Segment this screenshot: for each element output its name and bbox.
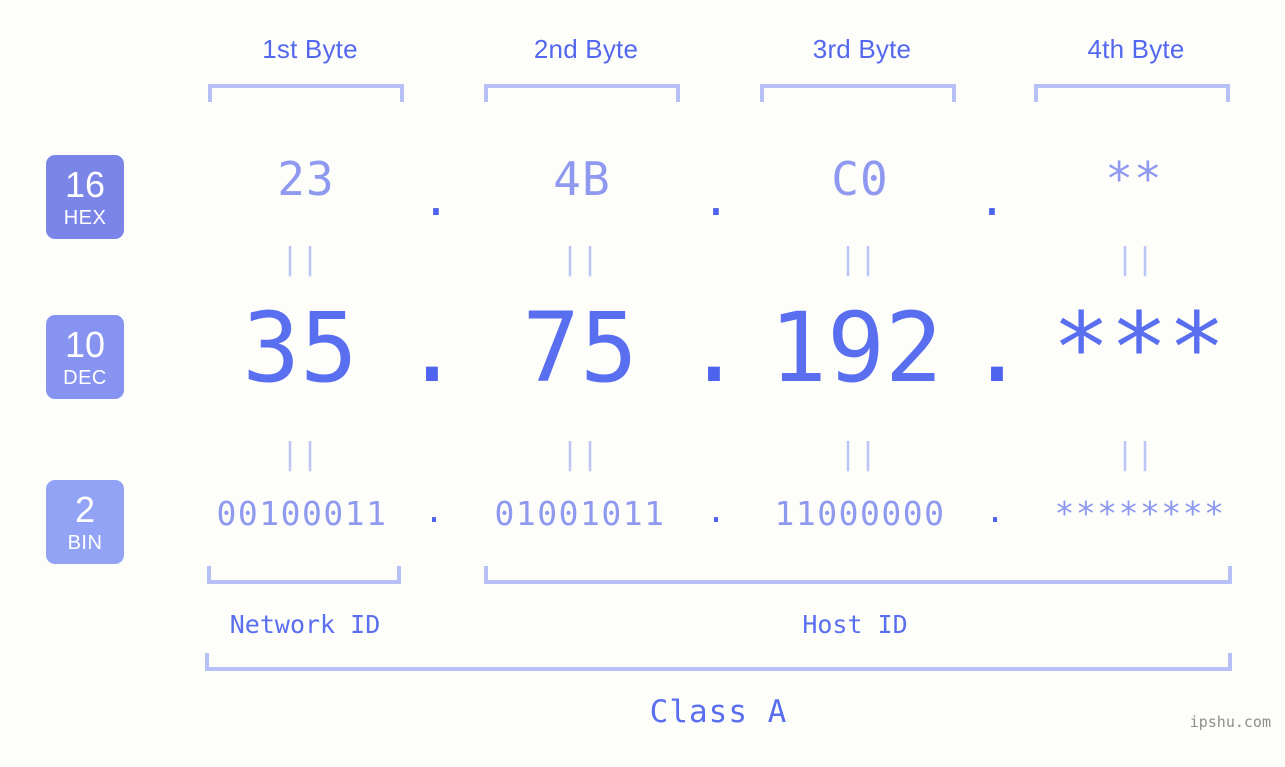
equals-mark-hex-dec-4: || [1116,242,1157,277]
hex-byte-2: 4B [553,152,611,206]
class-label: Class A [649,694,788,730]
dec-separator-3: . [968,292,1026,404]
byte-header-2: 2nd Byte [533,34,639,64]
byte-header-1: 1st Byte [262,34,358,64]
base-badge-bin-name: BIN [67,531,103,554]
bin-separator-3: . [985,491,1005,530]
host-id-label: Host ID [802,610,908,639]
ip-address-breakdown-diagram: 1st Byte 2nd Byte 3rd Byte 4th Byte 16 H… [0,0,1285,767]
dec-byte-4: *** [1052,292,1226,404]
base-badge-hex[interactable]: 16 HEX [46,155,124,239]
bin-byte-1: 00100011 [216,494,388,533]
hex-separator-2: . [702,172,730,226]
equals-mark-dec-bin-4: || [1116,437,1157,472]
base-badge-dec-name: DEC [63,366,107,389]
bin-separator-2: . [706,491,726,530]
network-id-label: Network ID [229,610,381,639]
bin-byte-2: 01001011 [494,494,666,533]
equals-mark-dec-bin-2: || [561,437,602,472]
dec-byte-2: 75 [522,292,638,404]
base-badge-dec[interactable]: 10 DEC [46,315,124,399]
hex-separator-1: . [422,172,450,226]
class-bracket [205,653,1232,671]
byte-bracket-top-4 [1034,84,1230,102]
equals-mark-dec-bin-3: || [839,437,880,472]
hex-byte-4: ** [1105,152,1163,206]
byte-header-4: 4th Byte [1087,34,1185,64]
dec-byte-3: 192 [769,292,943,404]
dec-separator-1: . [403,292,461,404]
dec-separator-2: . [685,292,743,404]
base-badge-dec-number: 10 [64,323,106,365]
bin-separator-1: . [424,491,444,530]
hex-byte-3: C0 [831,152,889,206]
bin-byte-3: 11000000 [774,494,946,533]
network-id-bracket [207,566,401,584]
equals-mark-hex-dec-1: || [281,242,322,277]
base-badge-bin[interactable]: 2 BIN [46,480,124,564]
equals-mark-hex-dec-3: || [839,242,880,277]
byte-header-3: 3rd Byte [812,34,912,64]
hex-separator-3: . [978,172,1006,226]
hex-byte-1: 23 [277,152,335,206]
site-watermark: ipshu.com [1189,713,1271,731]
base-badge-hex-number: 16 [64,163,106,205]
equals-mark-hex-dec-2: || [561,242,602,277]
base-badge-bin-number: 2 [74,488,96,530]
base-badge-hex-name: HEX [63,206,107,229]
byte-bracket-top-1 [208,84,404,102]
bin-byte-4: ******** [1054,494,1226,533]
dec-byte-1: 35 [242,292,358,404]
host-id-bracket [484,566,1232,584]
byte-bracket-top-2 [484,84,680,102]
equals-mark-dec-bin-1: || [281,437,322,472]
byte-bracket-top-3 [760,84,956,102]
